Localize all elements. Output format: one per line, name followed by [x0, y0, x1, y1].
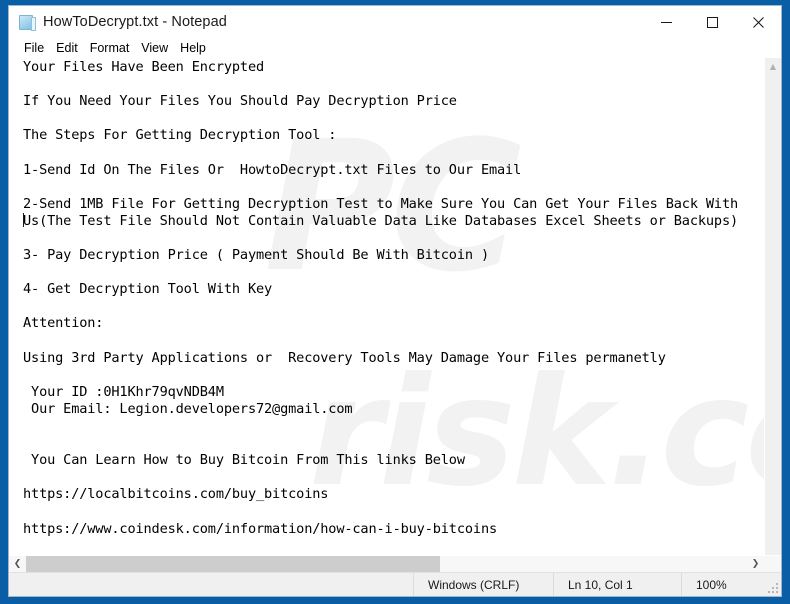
- maximize-button[interactable]: [689, 6, 735, 38]
- scroll-right-arrow-icon[interactable]: ❯: [747, 556, 764, 572]
- status-bar: Windows (CRLF) Ln 10, Col 1 100%: [9, 572, 781, 596]
- close-button[interactable]: [735, 6, 781, 38]
- scrollbar-corner: [764, 556, 781, 572]
- scroll-left-arrow-icon[interactable]: ❮: [9, 556, 26, 572]
- status-encoding: Windows (CRLF): [413, 573, 553, 596]
- scroll-up-arrow-icon[interactable]: ▲: [765, 58, 781, 75]
- text-area[interactable]: PC risk.com Your Files Have Been Encrypt…: [9, 58, 764, 555]
- note-text-after-caret: Us(The Test File Should Not Contain Valu…: [23, 212, 739, 537]
- notepad-window: HowToDecrypt.txt - Notepad File Edit For…: [8, 5, 782, 597]
- menu-item-help[interactable]: Help: [174, 40, 212, 57]
- notepad-icon: [19, 14, 36, 31]
- window-controls: [643, 6, 781, 38]
- horizontal-scrollbar[interactable]: ❮ ❯: [9, 555, 781, 572]
- menu-item-edit[interactable]: Edit: [50, 40, 84, 57]
- vertical-scroll-track[interactable]: [765, 75, 781, 555]
- status-zoom-level: 100%: [681, 573, 781, 596]
- desktop-background: HowToDecrypt.txt - Notepad File Edit For…: [0, 0, 790, 604]
- editor-region: PC risk.com Your Files Have Been Encrypt…: [9, 58, 781, 555]
- title-bar-left: HowToDecrypt.txt - Notepad: [9, 14, 227, 31]
- menu-item-format[interactable]: Format: [84, 40, 136, 57]
- note-text-before-caret: Your Files Have Been Encrypted If You Ne…: [23, 59, 739, 212]
- status-cursor-position: Ln 10, Col 1: [553, 573, 681, 596]
- horizontal-scroll-thumb[interactable]: [26, 556, 440, 572]
- menu-item-file[interactable]: File: [18, 40, 50, 57]
- horizontal-scroll-track[interactable]: [26, 556, 747, 572]
- close-icon: [752, 16, 764, 28]
- minimize-icon: [660, 21, 672, 23]
- minimize-button[interactable]: [643, 6, 689, 38]
- maximize-icon: [706, 16, 718, 28]
- window-title: HowToDecrypt.txt - Notepad: [43, 14, 227, 30]
- title-bar[interactable]: HowToDecrypt.txt - Notepad: [9, 6, 781, 38]
- resize-grip[interactable]: [767, 582, 778, 593]
- ransom-note-text[interactable]: Your Files Have Been Encrypted If You Ne…: [9, 58, 764, 538]
- menu-item-view[interactable]: View: [135, 40, 174, 57]
- menu-bar: File Edit Format View Help: [9, 38, 781, 58]
- vertical-scrollbar[interactable]: ▲: [764, 58, 781, 555]
